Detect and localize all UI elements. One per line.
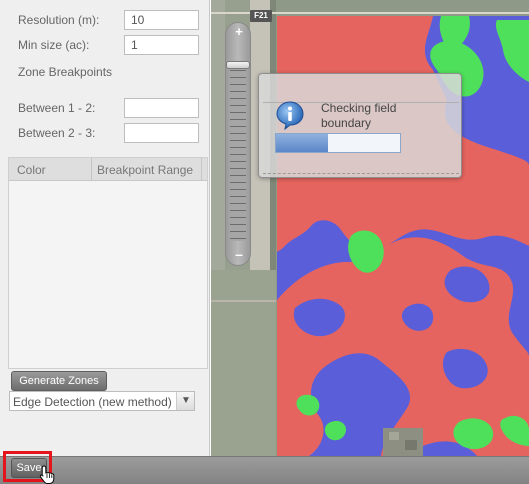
zone-red	[277, 237, 529, 456]
method-select-value: Edge Detection (new method)	[13, 395, 172, 409]
table-header: Color Breakpoint Range	[9, 158, 207, 181]
chevron-down-icon[interactable]: ▼	[176, 392, 194, 410]
resolution-label: Resolution (m):	[18, 13, 100, 27]
min-size-row: Min size (ac): 1	[18, 35, 203, 55]
resolution-input[interactable]: 10	[124, 10, 199, 30]
map-imagery	[211, 0, 529, 456]
between-1-2-input[interactable]	[124, 98, 199, 118]
zone-breakpoints-title: Zone Breakpoints	[18, 65, 113, 79]
progress-bar	[275, 133, 401, 153]
between-2-3-row: Between 2 - 3:	[18, 123, 203, 143]
road-label: F21	[250, 10, 272, 22]
zoom-track[interactable]	[230, 63, 246, 241]
column-divider[interactable]	[91, 158, 92, 181]
resolution-row: Resolution (m): 10	[18, 10, 203, 30]
plus-icon[interactable]: +	[233, 25, 245, 39]
zoom-handle[interactable]	[226, 61, 250, 69]
app-window: Resolution (m): 10 Min size (ac): 1 Zone…	[0, 0, 529, 484]
between-1-2-row: Between 1 - 2:	[18, 98, 203, 118]
zone-settings-panel: Resolution (m): 10 Min size (ac): 1 Zone…	[0, 0, 210, 456]
info-icon	[276, 101, 304, 130]
progress-dialog: Checking field boundary	[258, 73, 462, 178]
between-2-3-input[interactable]	[124, 123, 199, 143]
between-1-2-label: Between 1 - 2:	[18, 101, 96, 115]
hand-pointer-icon	[39, 465, 55, 484]
dialog-footer-line	[263, 173, 459, 174]
method-select[interactable]: Edge Detection (new method) ▼	[9, 391, 195, 411]
min-size-label: Min size (ac):	[18, 38, 90, 52]
breakpoint-table: Color Breakpoint Range	[8, 157, 208, 369]
zoom-slider[interactable]: + –	[225, 22, 251, 266]
between-2-3-label: Between 2 - 3:	[18, 126, 96, 140]
progress-fill	[276, 134, 329, 152]
column-header-color[interactable]: Color	[17, 163, 46, 177]
map-view[interactable]	[211, 0, 529, 456]
dialog-message: Checking field boundary	[321, 101, 397, 130]
min-size-input[interactable]: 1	[124, 35, 199, 55]
column-header-breakpoint-range[interactable]: Breakpoint Range	[97, 163, 193, 177]
bottom-toolbar	[0, 456, 529, 484]
generate-zones-button[interactable]: Generate Zones	[11, 371, 107, 391]
minus-icon[interactable]: –	[233, 247, 245, 261]
column-divider[interactable]	[201, 158, 202, 181]
